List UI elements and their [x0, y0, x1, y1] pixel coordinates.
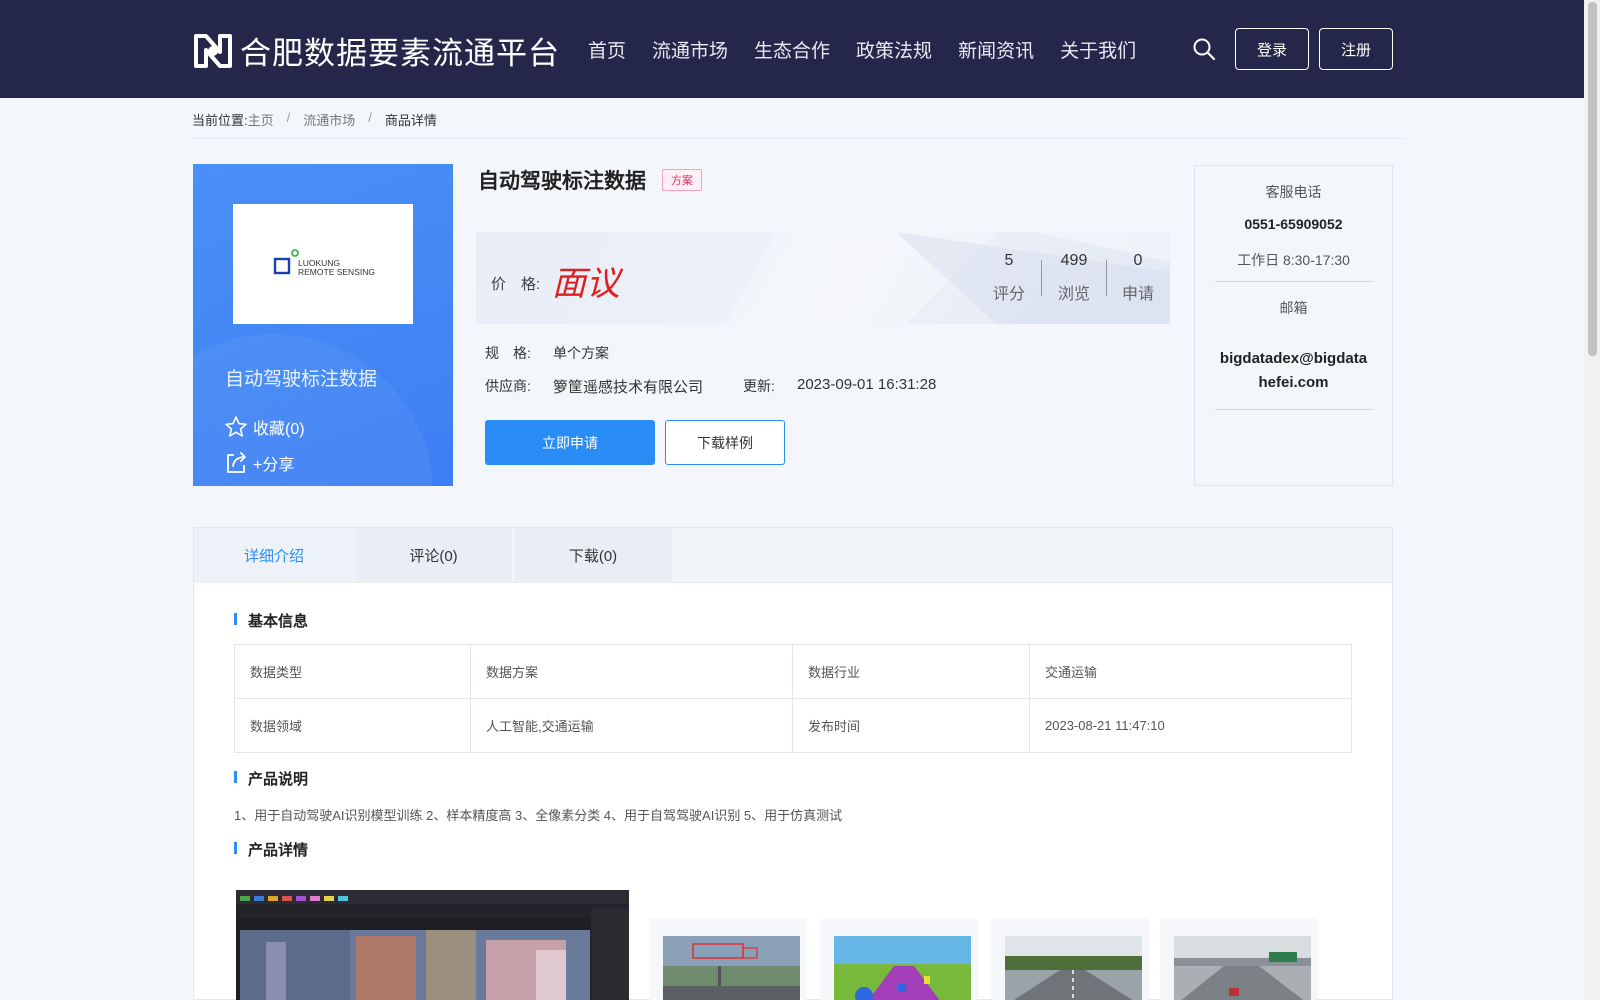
site-logo[interactable]: 合肥数据要素流通平台	[192, 28, 560, 73]
price-label: 价 格:	[491, 276, 541, 293]
product-card: LUOKUNG REMOTE SENSING 自动驾驶标注数据 收藏(0) +分…	[193, 164, 453, 486]
breadcrumb-separator: /	[368, 110, 372, 125]
price-value: 面议	[552, 264, 620, 304]
product-title: 自动驾驶标注数据	[478, 169, 646, 193]
working-hours: 工作日 8:30-17:30	[1237, 252, 1350, 268]
logo-icon	[194, 33, 232, 68]
stat-views: 499 浏览	[1049, 252, 1099, 304]
tab-downloads[interactable]: 下载(0)	[514, 528, 672, 583]
page-scrollbar[interactable]	[1584, 0, 1600, 1000]
basic-info-table: 数据类型 数据方案 数据行业 交通运输 数据领域 人工智能,交通运输 发布时间 …	[234, 644, 1352, 753]
table-cell: 数据领域	[234, 698, 471, 753]
stat-applications-value: 0	[1133, 252, 1143, 269]
contact-divider	[1215, 409, 1373, 410]
stat-views-value: 499	[1060, 252, 1088, 269]
top-header: 合肥数据要素流通平台 首页 流通市场 生态合作 政策法规 新闻资讯 关于我们 登…	[0, 0, 1584, 98]
price-box: 价 格: 面议 5 评分 499 浏览 0 申请	[476, 232, 1170, 324]
nav-item-news[interactable]: 新闻资讯	[958, 36, 1034, 63]
table-cell: 交通运输	[1029, 644, 1352, 699]
product-desc-heading: 产品说明	[234, 768, 308, 789]
scrollbar-thumb[interactable]	[1588, 2, 1597, 356]
share-button[interactable]: +分享	[223, 450, 294, 476]
logo-text: 合肥数据要素流通平台	[240, 36, 560, 72]
spec-value: 单个方案	[553, 345, 609, 361]
product-title-row: 自动驾驶标注数据 方案	[478, 165, 702, 195]
nav-item-about[interactable]: 关于我们	[1060, 36, 1136, 63]
table-row: 数据类型 数据方案 数据行业 交通运输	[234, 644, 1352, 699]
nav-item-ecology[interactable]: 生态合作	[754, 36, 830, 63]
favorite-button[interactable]: 收藏(0)	[223, 414, 305, 440]
breadcrumb-separator: /	[286, 110, 291, 125]
sample-thumbnail-2[interactable]	[820, 918, 978, 1000]
nav-item-home[interactable]: 首页	[588, 36, 626, 63]
table-cell: 人工智能,交通运输	[470, 698, 793, 753]
stat-applications-label: 申请	[1121, 286, 1154, 303]
register-button[interactable]: 注册	[1319, 28, 1393, 70]
email-label: 邮箱	[1279, 300, 1308, 316]
favorite-label: 收藏(0)	[253, 421, 305, 438]
supplier-value[interactable]: 箩筐遥感技术有限公司	[553, 376, 703, 397]
stat-applications: 0 申请	[1113, 252, 1163, 304]
breadcrumb-market[interactable]: 流通市场	[303, 110, 355, 129]
sample-thumbnail-1[interactable]	[649, 918, 807, 1000]
contact-card: 客服电话 0551-65909052 工作日 8:30-17:30 邮箱 big…	[1194, 165, 1393, 486]
table-row: 数据领域 人工智能,交通运输 发布时间 2023-08-21 11:47:10	[234, 698, 1352, 753]
category-tag: 方案	[662, 169, 702, 191]
update-label: 更新:	[743, 378, 775, 394]
download-sample-button[interactable]: 下载样例	[665, 420, 785, 465]
basic-info-heading: 基本信息	[234, 610, 308, 631]
login-button[interactable]: 登录	[1235, 28, 1309, 70]
breadcrumb-prefix: 当前位置:	[192, 113, 248, 128]
annotation-tool-screenshot	[236, 890, 629, 1000]
stat-divider	[1041, 260, 1042, 296]
product-logo-image: LUOKUNG REMOTE SENSING	[233, 204, 413, 324]
stat-rating-value: 5	[1004, 252, 1014, 269]
sample-thumbnail-4[interactable]	[1160, 918, 1318, 1000]
logo-line2: REMOTE SENSING	[298, 267, 375, 277]
nav-item-policy[interactable]: 政策法规	[856, 36, 932, 63]
luokung-logo-icon: LUOKUNG REMOTE SENSING	[273, 249, 375, 277]
product-card-title: 自动驾驶标注数据	[225, 368, 378, 390]
email-line1: bigdatadex@bigdata	[1219, 350, 1368, 367]
breadcrumb-current: 商品详情	[384, 113, 437, 128]
phone-number: 0551-65909052	[1244, 216, 1343, 232]
table-cell: 数据行业	[792, 644, 1030, 699]
sample-thumbnail-3[interactable]	[991, 918, 1149, 1000]
stat-divider	[1106, 260, 1107, 296]
breadcrumb-divider	[192, 138, 1404, 139]
email-line2: hefei.com	[1258, 374, 1329, 391]
share-icon	[227, 452, 246, 473]
nav-item-market[interactable]: 流通市场	[652, 36, 728, 63]
phone-label: 客服电话	[1265, 184, 1322, 200]
search-icon[interactable]	[1192, 37, 1216, 61]
stat-views-label: 浏览	[1057, 286, 1090, 303]
product-detail-heading: 产品详情	[234, 839, 308, 860]
stat-rating-label: 评分	[992, 286, 1025, 303]
main-nav: 首页 流通市场 生态合作 政策法规 新闻资讯 关于我们	[588, 36, 1162, 63]
table-cell: 发布时间	[792, 698, 1030, 753]
product-desc-text: 1、用于自动驾驶AI识别模型训练 2、样本精度高 3、全像素分类 4、用于自驾驾…	[234, 808, 843, 823]
table-cell: 数据类型	[234, 644, 471, 699]
update-value: 2023-09-01 16:31:28	[797, 376, 937, 393]
apply-now-button[interactable]: 立即申请	[485, 420, 655, 465]
breadcrumb-home[interactable]: 主页	[248, 110, 274, 129]
share-label: +分享	[253, 457, 295, 474]
tab-comments[interactable]: 评论(0)	[355, 528, 512, 583]
breadcrumb: 当前位置: 主页 / 流通市场 / 商品详情	[192, 110, 437, 129]
contact-divider	[1215, 281, 1373, 282]
star-icon	[225, 416, 247, 437]
stat-rating: 5 评分	[984, 252, 1034, 304]
spec-label: 规 格:	[485, 345, 531, 361]
tab-bar: 详细介绍 评论(0) 下载(0)	[194, 528, 1392, 583]
tab-details[interactable]: 详细介绍	[194, 528, 354, 583]
table-cell: 数据方案	[470, 644, 793, 699]
table-cell: 2023-08-21 11:47:10	[1029, 698, 1352, 753]
detail-panel: 详细介绍 评论(0) 下载(0) 基本信息 数据类型 数据方案 数据行业 交通运…	[193, 527, 1393, 1000]
supplier-label: 供应商:	[485, 378, 531, 394]
